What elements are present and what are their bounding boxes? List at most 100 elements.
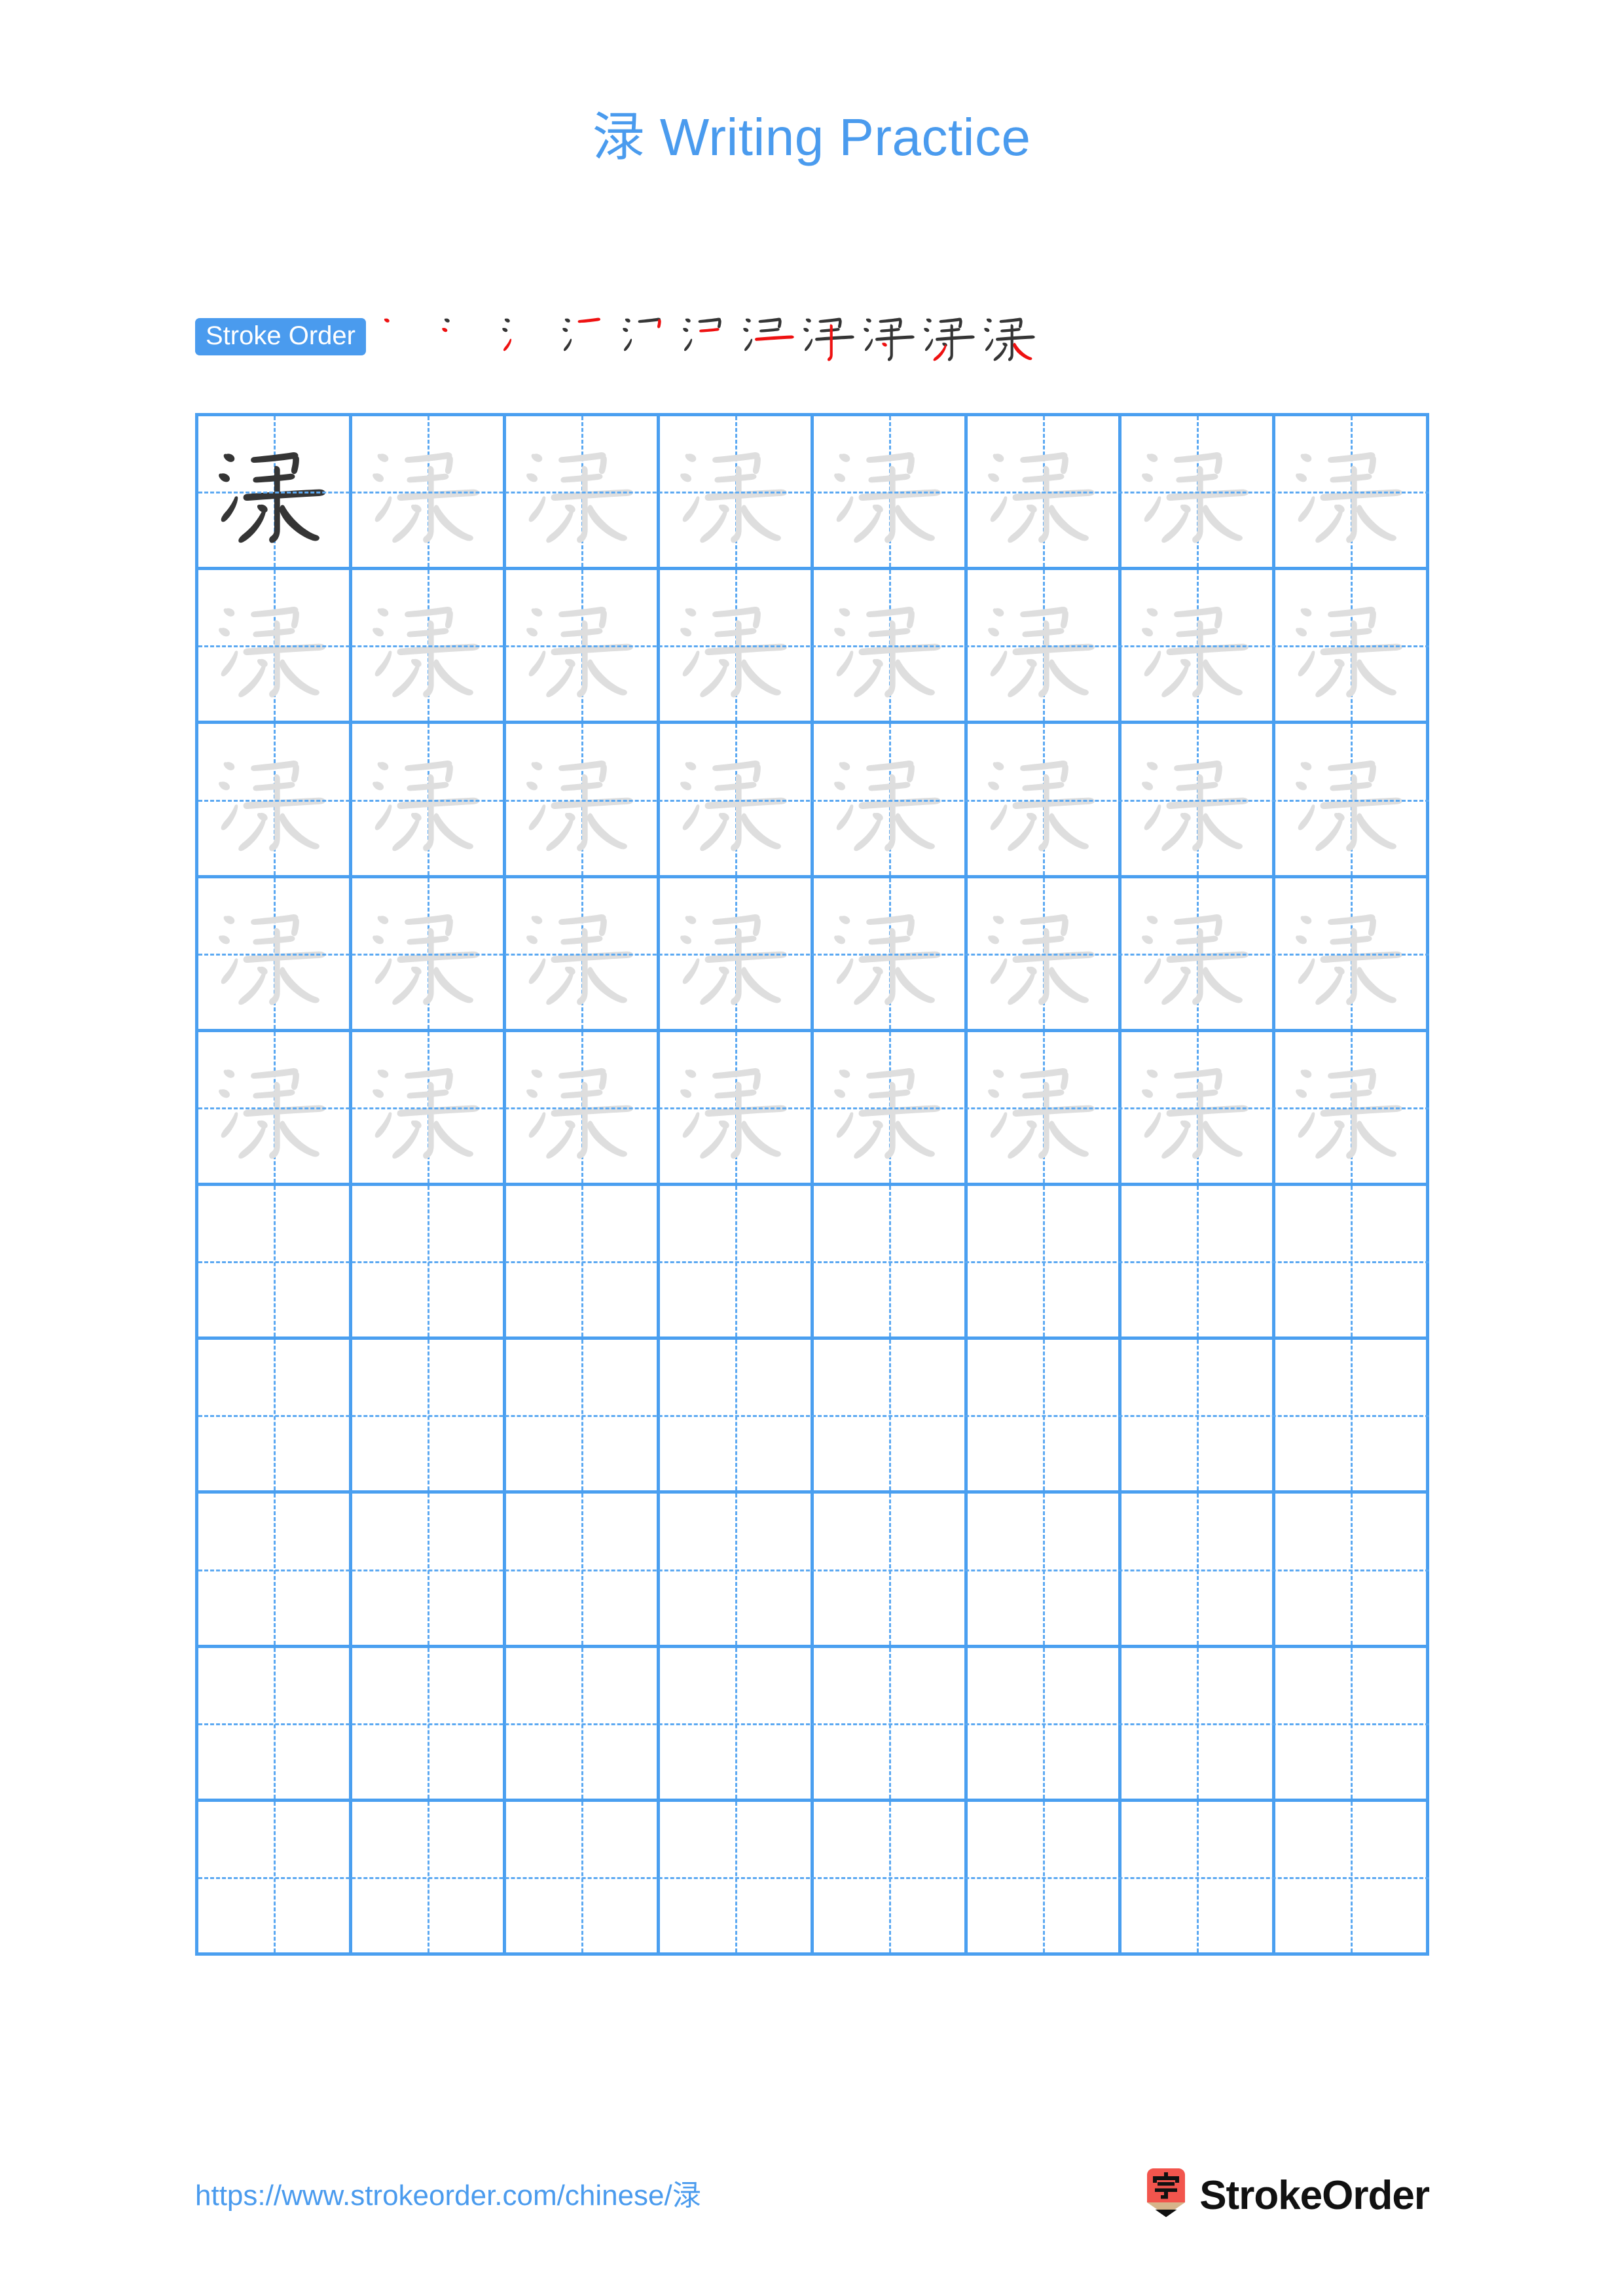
practice-cell-r10-c8[interactable] [1275, 1801, 1429, 1953]
practice-cell-r8-c6[interactable] [968, 1494, 1122, 1645]
practice-cell-r5-c2[interactable] [352, 1031, 506, 1183]
stroke-order-stage-list [378, 306, 1429, 367]
practice-cell-r10-c3[interactable] [506, 1801, 660, 1953]
tracing-character [1122, 570, 1272, 721]
practice-cell-r5-c8[interactable] [1275, 1031, 1429, 1183]
practice-grid-row [198, 878, 1429, 1032]
practice-cell-r3-c2[interactable] [352, 724, 506, 875]
practice-cell-r4-c4[interactable] [660, 878, 814, 1029]
practice-cell-r2-c6[interactable] [968, 570, 1122, 721]
practice-cell-r9-c7[interactable] [1122, 1647, 1275, 1799]
practice-cell-r3-c8[interactable] [1275, 724, 1429, 875]
practice-cell-r4-c1[interactable] [198, 878, 352, 1029]
practice-cell-r6-c2[interactable] [352, 1186, 506, 1337]
practice-cell-r4-c8[interactable] [1275, 878, 1429, 1029]
practice-cell-r8-c4[interactable] [660, 1494, 814, 1645]
practice-cell-r5-c4[interactable] [660, 1031, 814, 1183]
practice-cell-r6-c3[interactable] [506, 1186, 660, 1337]
practice-cell-r3-c4[interactable] [660, 724, 814, 875]
practice-cell-r6-c1[interactable] [198, 1186, 352, 1337]
practice-cell-r5-c5[interactable] [814, 1031, 968, 1183]
practice-cell-r8-c5[interactable] [814, 1494, 968, 1645]
practice-cell-r1-c2[interactable] [352, 416, 506, 567]
practice-cell-r1-c7[interactable] [1122, 416, 1275, 567]
practice-cell-r4-c2[interactable] [352, 878, 506, 1029]
tracing-character [506, 878, 657, 1029]
practice-cell-r2-c7[interactable] [1122, 570, 1275, 721]
practice-cell-r7-c8[interactable] [1275, 1340, 1429, 1491]
practice-cell-r8-c8[interactable] [1275, 1494, 1429, 1645]
practice-cell-r1-c8[interactable] [1275, 416, 1429, 567]
practice-cell-r5-c7[interactable] [1122, 1031, 1275, 1183]
practice-cell-r3-c7[interactable] [1122, 724, 1275, 875]
tracing-character [506, 724, 657, 874]
practice-cell-r2-c5[interactable] [814, 570, 968, 721]
practice-cell-r9-c5[interactable] [814, 1647, 968, 1799]
practice-cell-r3-c3[interactable] [506, 724, 660, 875]
practice-cell-r6-c5[interactable] [814, 1186, 968, 1337]
practice-cell-r2-c3[interactable] [506, 570, 660, 721]
practice-cell-r2-c1[interactable] [198, 570, 352, 721]
practice-cell-r8-c2[interactable] [352, 1494, 506, 1645]
practice-cell-r1-c5[interactable] [814, 416, 968, 567]
practice-cell-r8-c7[interactable] [1122, 1494, 1275, 1645]
practice-cell-r9-c8[interactable] [1275, 1647, 1429, 1799]
practice-cell-r9-c6[interactable] [968, 1647, 1122, 1799]
practice-cell-r7-c7[interactable] [1122, 1340, 1275, 1491]
footer-url[interactable]: https://www.strokeorder.com/chinese/渌 [195, 2181, 701, 2210]
practice-cell-r1-c1[interactable] [198, 416, 352, 567]
tracing-character [1122, 724, 1272, 874]
tracing-character [352, 878, 503, 1029]
practice-cell-r7-c4[interactable] [660, 1340, 814, 1491]
footer-logo[interactable]: StrokeOrder [1144, 2168, 1430, 2224]
practice-cell-r1-c3[interactable] [506, 416, 660, 567]
pencil-logo-icon [1144, 2168, 1188, 2223]
practice-cell-r4-c5[interactable] [814, 878, 968, 1029]
model-character [198, 416, 349, 567]
practice-grid-row [198, 416, 1429, 571]
practice-cell-r7-c3[interactable] [506, 1340, 660, 1491]
stroke-stage-11 [980, 306, 1040, 367]
stroke-order-badge: Stroke Order [195, 317, 366, 355]
practice-cell-r6-c4[interactable] [660, 1186, 814, 1337]
practice-cell-r7-c2[interactable] [352, 1340, 506, 1491]
practice-cell-r5-c6[interactable] [968, 1031, 1122, 1183]
practice-cell-r8-c3[interactable] [506, 1494, 660, 1645]
tracing-character [1122, 1032, 1272, 1183]
practice-cell-r9-c3[interactable] [506, 1647, 660, 1799]
practice-cell-r6-c7[interactable] [1122, 1186, 1275, 1337]
practice-cell-r1-c6[interactable] [968, 416, 1122, 567]
practice-cell-r10-c7[interactable] [1122, 1801, 1275, 1953]
practice-cell-r5-c1[interactable] [198, 1031, 352, 1183]
practice-cell-r4-c3[interactable] [506, 878, 660, 1029]
practice-cell-r9-c1[interactable] [198, 1647, 352, 1799]
practice-cell-r10-c2[interactable] [352, 1801, 506, 1953]
practice-cell-r7-c6[interactable] [968, 1340, 1122, 1491]
practice-cell-r7-c5[interactable] [814, 1340, 968, 1491]
practice-cell-r7-c1[interactable] [198, 1340, 352, 1491]
practice-cell-r2-c8[interactable] [1275, 570, 1429, 721]
practice-cell-r3-c1[interactable] [198, 724, 352, 875]
practice-cell-r9-c2[interactable] [352, 1647, 506, 1799]
practice-cell-r10-c6[interactable] [968, 1801, 1122, 1953]
practice-cell-r8-c1[interactable] [198, 1494, 352, 1645]
practice-cell-r10-c4[interactable] [660, 1801, 814, 1953]
practice-cell-r10-c1[interactable] [198, 1801, 352, 1953]
practice-cell-r9-c4[interactable] [660, 1647, 814, 1799]
stroke-stage-3 [498, 306, 558, 367]
practice-cell-r1-c4[interactable] [660, 416, 814, 567]
practice-cell-r4-c6[interactable] [968, 878, 1122, 1029]
practice-cell-r3-c6[interactable] [968, 724, 1122, 875]
practice-cell-r2-c4[interactable] [660, 570, 814, 721]
tracing-character [968, 570, 1118, 721]
practice-cell-r5-c3[interactable] [506, 1031, 660, 1183]
practice-cell-r6-c6[interactable] [968, 1186, 1122, 1337]
practice-cell-r2-c2[interactable] [352, 570, 506, 721]
practice-grid [195, 413, 1429, 1956]
stroke-stage-9 [860, 306, 920, 367]
practice-cell-r6-c8[interactable] [1275, 1186, 1429, 1337]
practice-cell-r10-c5[interactable] [814, 1801, 968, 1953]
practice-cell-r4-c7[interactable] [1122, 878, 1275, 1029]
practice-cell-r3-c5[interactable] [814, 724, 968, 875]
tracing-character [968, 878, 1118, 1029]
